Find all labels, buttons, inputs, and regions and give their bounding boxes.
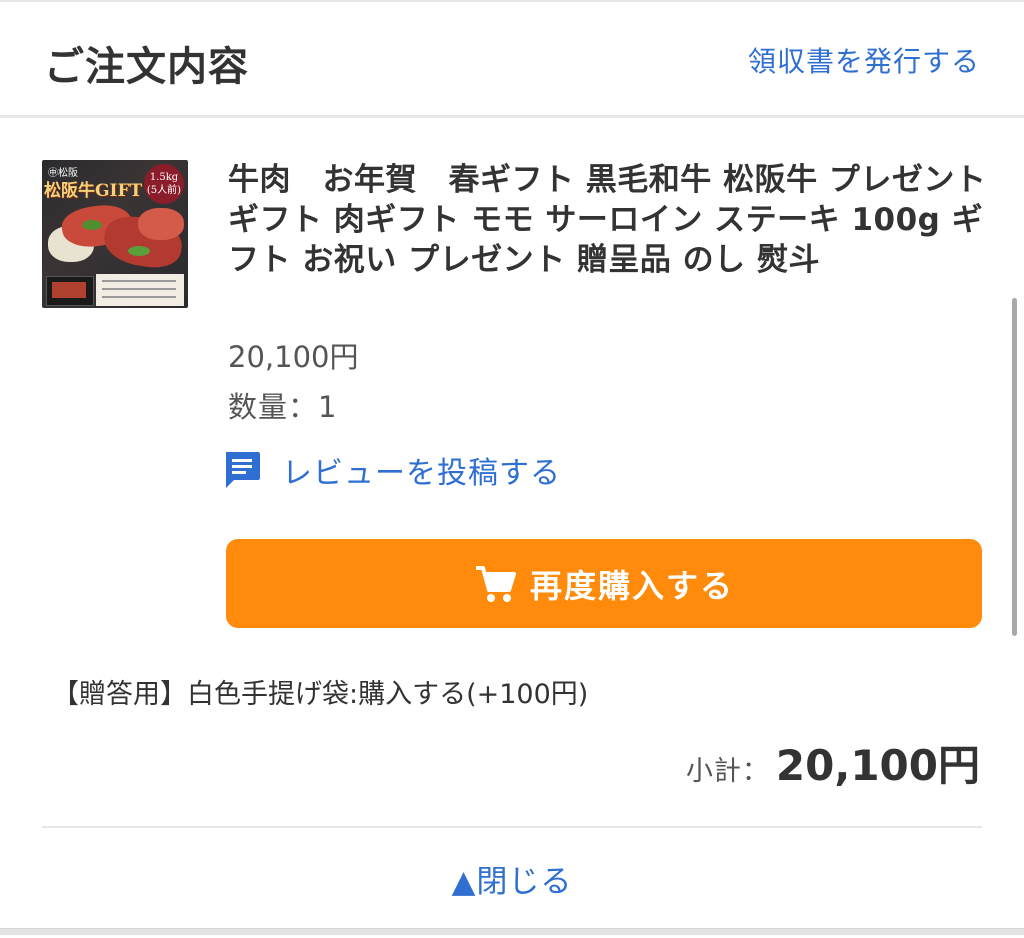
thumbnail-decoration xyxy=(52,282,86,298)
close-toggle[interactable]: ▲閉じる xyxy=(0,856,1024,901)
section-divider xyxy=(42,826,982,828)
product-title[interactable]: 牛肉 お年賀 春ギフト 黒毛和牛 松阪牛 プレゼント ギフト 肉ギフト モモ サ… xyxy=(228,160,988,280)
product-price: 20,100円 xyxy=(228,340,359,374)
buy-again-label: 再度購入する xyxy=(529,566,734,605)
write-review-label: レビューを投稿する xyxy=(282,456,561,491)
subtotal: 小計： 20,100円 xyxy=(686,732,980,793)
buy-again-button[interactable]: 再度購入する xyxy=(226,539,982,628)
write-review-link[interactable]: レビューを投稿する xyxy=(222,447,561,493)
order-header: ご注文内容 領収書を発行する xyxy=(0,0,1024,118)
cart-icon xyxy=(475,565,516,602)
comment-icon xyxy=(226,452,260,488)
scrollbar[interactable] xyxy=(1012,298,1017,636)
thumbnail-decoration xyxy=(102,296,176,298)
product-thumbnail[interactable]: ㊥松阪 松阪牛GIFT 1.5kg (5人前) xyxy=(42,160,188,308)
issue-receipt-link[interactable]: 領収書を発行する xyxy=(748,40,980,80)
thumbnail-label: 松阪牛GIFT xyxy=(44,181,143,201)
gift-option-text: 【贈答用】白色手提げ袋:購入する(+100円) xyxy=(52,679,589,710)
weight-badge: 1.5kg (5人前) xyxy=(144,164,184,204)
thumbnail-decoration xyxy=(82,220,102,230)
page-title: ご注文内容 xyxy=(44,44,249,90)
weight-badge-amount: 1.5kg xyxy=(149,172,179,183)
thumbnail-decoration xyxy=(102,280,176,282)
subtotal-value: 20,100円 xyxy=(775,741,980,790)
bottom-divider xyxy=(0,928,1024,935)
thumbnail-decoration xyxy=(96,274,184,306)
thumbnail-decoration xyxy=(138,208,184,240)
thumbnail-decoration xyxy=(102,288,176,290)
weight-badge-servings: (5人前) xyxy=(146,185,182,196)
thumbnail-decoration xyxy=(128,246,150,256)
subtotal-label: 小計： xyxy=(685,756,770,787)
product-quantity: 数量：1 xyxy=(228,390,338,424)
